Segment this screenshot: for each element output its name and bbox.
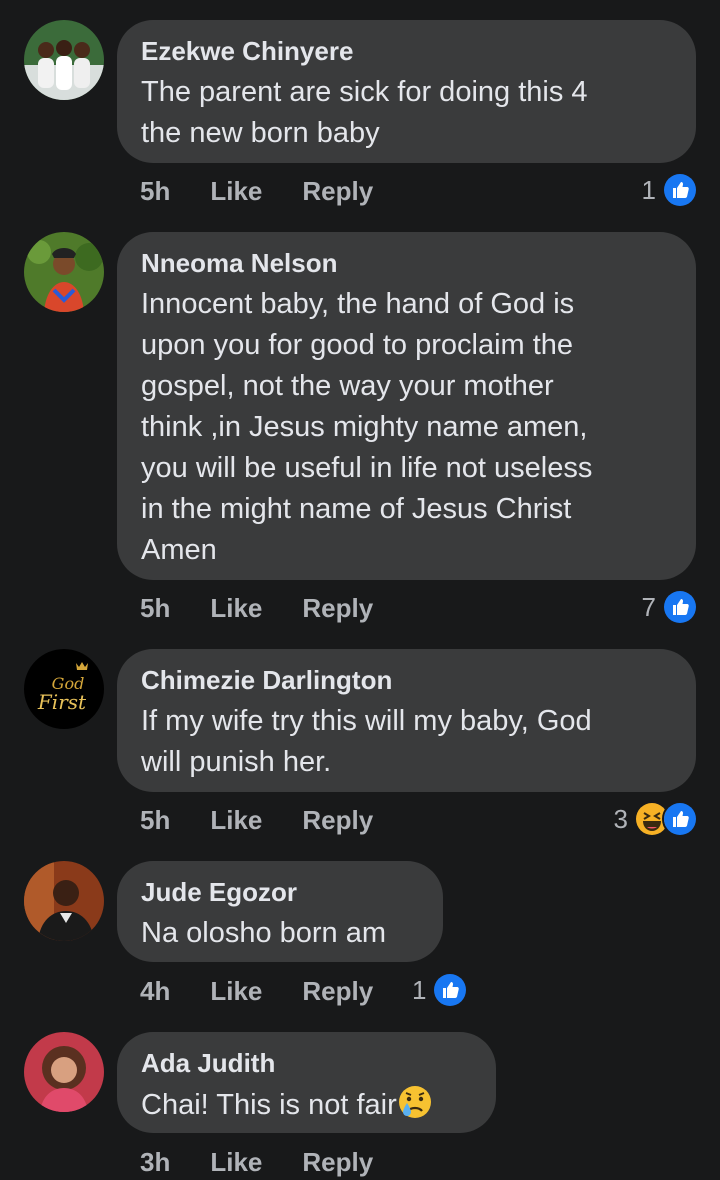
comment-bubble: Ada Judith Chai! This is not fair: [117, 1032, 496, 1133]
comment-bubble: Chimezie Darlington If my wife try this …: [117, 649, 696, 792]
like-icon: [432, 972, 469, 1008]
avatar[interactable]: [24, 20, 104, 100]
reaction-count: 3: [613, 803, 628, 834]
like-icon: [662, 801, 698, 837]
comment-author[interactable]: Chimezie Darlington: [141, 665, 672, 695]
like-button[interactable]: Like: [210, 1147, 262, 1178]
avatar[interactable]: [24, 232, 104, 312]
reaction-summary[interactable]: 3: [614, 801, 698, 837]
like-button[interactable]: Like: [210, 176, 262, 207]
like-icon: [662, 172, 698, 208]
comment-author[interactable]: Ezekwe Chinyere: [141, 36, 672, 66]
comment-actions: 5h Like Reply: [140, 802, 373, 838]
comment-timestamp[interactable]: 5h: [140, 176, 170, 207]
comment-author[interactable]: Ada Judith: [141, 1048, 472, 1078]
comment-actions: 4h Like Reply: [140, 973, 373, 1009]
comment-timestamp[interactable]: 4h: [140, 976, 170, 1007]
reply-button[interactable]: Reply: [302, 593, 373, 624]
comment-text: Na olosho born am: [141, 917, 387, 949]
comment-text: Chai! This is not fair: [141, 1084, 472, 1126]
comment-timestamp[interactable]: 5h: [140, 805, 170, 836]
comment-bubble: Nneoma Nelson Innocent baby, the hand of…: [117, 232, 696, 580]
comment-text: Innocent baby, the hand of God is upon y…: [141, 288, 593, 566]
reaction-count: 7: [641, 591, 656, 622]
comment-bubble: Jude Egozor Na olosho born am: [117, 861, 443, 962]
reaction-summary[interactable]: 1: [412, 972, 469, 1008]
reaction-icons: [634, 801, 698, 837]
like-button[interactable]: Like: [210, 593, 262, 624]
like-button[interactable]: Like: [210, 805, 262, 836]
like-button[interactable]: Like: [210, 976, 262, 1007]
comment-actions: 3h Like Reply: [140, 1144, 373, 1180]
avatar-text-first: First: [37, 690, 87, 714]
comment-bubble: Ezekwe Chinyere The parent are sick for …: [117, 20, 696, 163]
avatar[interactable]: [24, 1032, 104, 1112]
comment-actions: 5h Like Reply: [140, 590, 373, 626]
comment-author[interactable]: Jude Egozor: [141, 877, 419, 907]
reply-button[interactable]: Reply: [302, 805, 373, 836]
comment-timestamp[interactable]: 3h: [140, 1147, 170, 1178]
comment-timestamp[interactable]: 5h: [140, 593, 170, 624]
like-icon: [662, 589, 698, 625]
reply-button[interactable]: Reply: [302, 1147, 373, 1178]
comment-author[interactable]: Nneoma Nelson: [141, 248, 672, 278]
reaction-summary[interactable]: 1: [642, 172, 698, 208]
avatar[interactable]: God First: [24, 649, 104, 729]
reaction-summary[interactable]: 7: [642, 589, 698, 625]
reply-button[interactable]: Reply: [302, 176, 373, 207]
reaction-count: 1: [412, 974, 427, 1005]
comment-text: The parent are sick for doing this 4 the…: [141, 76, 588, 149]
comment-actions: 5h Like Reply: [140, 173, 373, 209]
comment-text: If my wife try this will my baby, God wi…: [141, 705, 592, 778]
reply-button[interactable]: Reply: [302, 976, 373, 1007]
reaction-count: 1: [641, 174, 656, 205]
comment-text-content: Chai! This is not fair: [141, 1089, 397, 1121]
sad-tear-emoji-icon: [397, 1084, 433, 1120]
avatar[interactable]: [24, 861, 104, 941]
